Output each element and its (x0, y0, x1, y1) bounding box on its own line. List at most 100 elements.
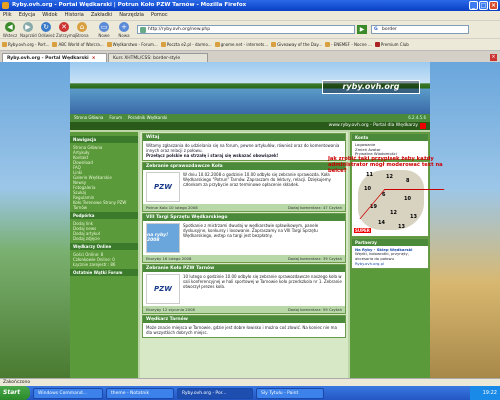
main-column: Witaj Witamy zgłaszania do udzielania si… (140, 132, 348, 378)
back-button[interactable]: ◀ Wstecz (2, 22, 18, 38)
online-heading: Wędkarzy Online (70, 243, 138, 250)
bookmark-icon (214, 42, 220, 47)
partner-link[interactable]: Ryby.ovh.org.pl (355, 261, 425, 267)
menu-help[interactable]: Pomoc (151, 11, 168, 20)
pod-heading: Podpórka (70, 212, 138, 219)
reload-button[interactable]: ↻ Odśwież (38, 22, 55, 38)
go-button[interactable]: ▶ (357, 25, 367, 34)
taskbar-item[interactable]: Ryby.ovh.org - Por... (177, 387, 253, 399)
site-banner: ryby.ovh.org (70, 62, 430, 114)
menu-view[interactable]: Widok (42, 11, 57, 20)
menu-bar: Plik Edycja Widok Historia Zakładki Narz… (0, 11, 500, 20)
close-button[interactable]: × (489, 1, 498, 10)
title-bar: Ryby.ovh.org - Portal Wędkarski | Potrun… (0, 0, 500, 11)
news-author: Ekoryby 16 lutego 2008 (146, 256, 192, 261)
bookmark-item[interactable]: Wędkarstwo - Forum... (106, 42, 158, 47)
sidebar-link[interactable]: Koło Terenowe Strony PZW Tarnów (73, 200, 135, 210)
site-nav-forum[interactable]: Forum (109, 114, 122, 122)
taskbar-item[interactable]: theme - Notatnik (106, 387, 174, 399)
left-sidebar: Nawigacja Strona Główna Artykuły Kontakt… (70, 132, 138, 378)
minimize-button[interactable]: _ (469, 1, 478, 10)
news-title[interactable]: Zebranie sprawozdawcze Koła (143, 163, 345, 170)
bookmark-item[interactable]: Premium Club (374, 42, 409, 47)
search-input[interactable]: Gborder (371, 25, 469, 34)
map-number: 13 (398, 223, 405, 230)
stop-button[interactable]: ✕ Zatrzymaj (56, 22, 76, 38)
news-comments-link[interactable]: Dodaj komentarz: 47 Czytań (288, 205, 342, 210)
map-number: 14 (378, 219, 385, 226)
welcome-bold: Przełącz polskie na strzałę i staraj się… (146, 153, 279, 158)
super-logo: SUPER (354, 227, 371, 233)
site-version: 6.2.4.5.6 (408, 115, 426, 120)
news-text: Może znacie miejsca w Tarnowie, gdzie je… (146, 325, 337, 335)
bookmark-icon (374, 42, 380, 47)
news-comments-link[interactable]: Dodaj komentarz: 39 Czytań (288, 256, 342, 261)
online-stat: Łącznie zarejestr.: 86 (73, 262, 116, 267)
forward-button[interactable]: ▶ Naprzód (20, 22, 37, 38)
menu-edit[interactable]: Edycja (19, 11, 36, 20)
map-number: 10 (364, 185, 371, 192)
welcome-text: Witamy zgłaszania do udzielania się na f… (146, 143, 340, 153)
url-field[interactable]: http://ryby.ovh.org/new.php (137, 25, 355, 34)
favicon-icon (140, 27, 146, 33)
news-comments-link[interactable]: Dodaj komentarz: 59 Czytań (288, 307, 342, 312)
sidebar-link[interactable]: Dodaj zdjęcie (73, 236, 135, 241)
maximize-button[interactable]: □ (479, 1, 488, 10)
bookmark-item[interactable]: gnome.net - internets... (214, 42, 268, 47)
back-arrow-icon: ◀ (5, 22, 15, 32)
news-title[interactable]: Zebranie Koło PZW Tarnów (143, 265, 345, 272)
taskbar-item[interactable]: Sly Tytułu - Paint (256, 387, 324, 399)
taskbar-item[interactable]: Windows Command... (33, 387, 103, 399)
site-nav-home[interactable]: Strona Główna (74, 114, 103, 122)
annotation-text: Jak zrobić taki przypisek żeby każdy adm… (328, 156, 443, 174)
news-text: 10 lutego o godzinie 10.00 odbyło się ze… (183, 274, 342, 289)
news-author: Potrun Kolo 10 lutego 2008 (146, 205, 198, 210)
nav-heading: Nawigacja (70, 136, 138, 143)
map-number: 8 (406, 177, 410, 184)
new-window-icon: ▭ (99, 22, 109, 32)
account-heading: Konto (352, 134, 428, 141)
bookmark-item[interactable]: ABC World of Warcra... (52, 42, 104, 47)
menu-history[interactable]: Historia (65, 11, 84, 20)
news-item: Wędkarz Tarnów Może znacie miejsca w Tar… (142, 315, 346, 338)
site-logo[interactable]: ryby.ovh.org (322, 80, 420, 94)
taskbar: Start Windows Command... theme - Notatni… (0, 386, 500, 400)
stop-icon: ✕ (59, 22, 69, 32)
news-text: W dniu 10.02.2008 o godzinie 10.00 odbył… (183, 172, 332, 187)
news-title[interactable]: VIII Targi Sprzętu Wędkarskiego (143, 214, 345, 221)
firefox-window: Ryby.ovh.org - Portal Wędkarski | Potrun… (0, 0, 500, 400)
news-item: Zebranie sprawozdawcze Koła PZW W dniu 10… (142, 162, 346, 212)
bookmark-item[interactable]: - ENEMEF - Nocne ... (325, 42, 372, 47)
background-lake-right (430, 62, 500, 378)
bookmark-item[interactable]: Ryby.ovh.org - Port... (2, 42, 49, 47)
site-container: ryby.ovh.org Strona Główna Forum Poradni… (70, 62, 430, 378)
last-threads-heading: Ostatnie Wątki Forum (70, 269, 138, 276)
partners-box: Partnerzy Na Ryby - Sklep Wędkarski Wędk… (351, 237, 429, 270)
bookmark-item[interactable]: Giveaway of the Day... (271, 42, 322, 47)
site-nav-guide[interactable]: Poradnik Wędkarski (128, 114, 167, 122)
news-title[interactable]: Wędkarz Tarnów (143, 316, 345, 323)
tab-bar: Ryby.ovh.org - Portal Wędkarski × Kurs XH… (0, 50, 500, 63)
partners-heading: Partnerzy (352, 238, 428, 246)
background-lake-left (0, 62, 70, 378)
menu-bookmarks[interactable]: Zakładki (91, 11, 112, 20)
menu-file[interactable]: Plik (3, 11, 12, 20)
status-text: Zakończono (3, 380, 31, 385)
bookmark-icon (271, 42, 277, 47)
bookmark-icon (2, 42, 7, 47)
site-nav: Strona Główna Forum Poradnik Wędkarski 6… (70, 114, 430, 122)
map-number: 12 (386, 173, 393, 180)
close-tab-button[interactable]: × (490, 54, 497, 61)
bookmark-icon (52, 42, 58, 47)
new-tab-icon: + (119, 22, 129, 32)
menu-tools[interactable]: Narzędzia (119, 11, 144, 20)
status-bar: Zakończono (0, 378, 500, 386)
home-icon: ⌂ (77, 22, 87, 32)
bookmark-icon (160, 42, 166, 47)
red-marker (420, 123, 426, 129)
bookmark-item[interactable]: Poczta e2.pl - darmo... (160, 42, 212, 47)
site-subheader: www.ryby.ovh.org - Portal dla Wędkarzy (70, 122, 430, 130)
web-page: ryby.ovh.org Strona Główna Forum Poradni… (0, 62, 500, 378)
start-button[interactable]: Start (0, 386, 30, 400)
news-author: Ekoryby 12 stycznia 2008 (146, 307, 195, 312)
